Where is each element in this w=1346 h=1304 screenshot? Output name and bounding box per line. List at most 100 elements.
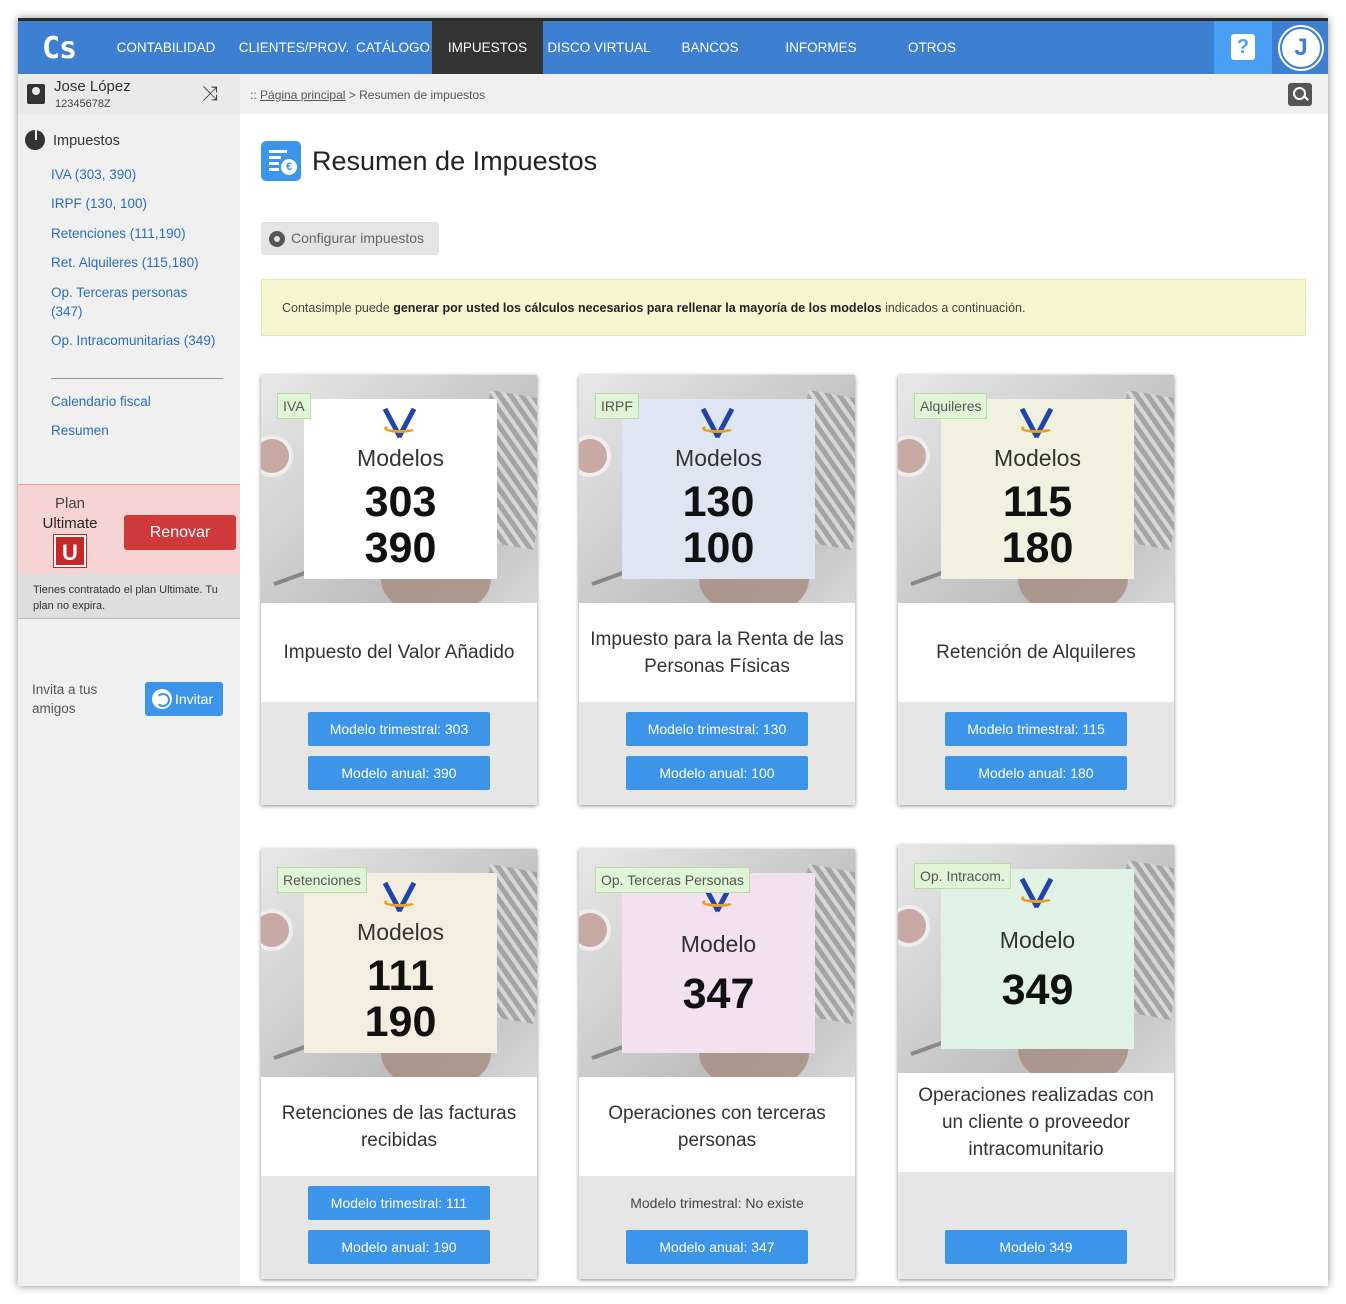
card-tag: Retenciones [277, 867, 367, 893]
nav-bancos[interactable]: BANCOS [655, 21, 765, 74]
sidebar-item-irpf[interactable]: IRPF (130, 100) [51, 194, 236, 213]
sidebar-divider [51, 378, 223, 379]
breadcrumb: :: Página principal > Resumen de impuest… [250, 88, 485, 102]
card-note-number: 130 [682, 478, 755, 526]
annual-390-button[interactable]: Modelo anual: 390 [308, 756, 490, 790]
annual-180-button[interactable]: Modelo anual: 180 [945, 756, 1127, 790]
card-footer: Modelo trimestral: 115 Modelo anual: 180 [898, 702, 1174, 805]
nav-contabilidad[interactable]: CONTABILIDAD [98, 21, 234, 74]
help-button[interactable]: ? [1214, 21, 1272, 74]
card-description: Retención de Alquileres [936, 642, 1136, 663]
card-footer: Modelo trimestral: 111 Modelo anual: 190 [261, 1176, 537, 1279]
card-image: Modelo 349 Op. Intracom. [898, 845, 1174, 1073]
plan-name: Ultimate [42, 515, 98, 532]
annual-347-button[interactable]: Modelo anual: 347 [626, 1230, 808, 1264]
info-text-post: indicados a continuación. [881, 301, 1026, 315]
quarterly-130-button[interactable]: Modelo trimestral: 130 [626, 712, 808, 746]
plan-badge-icon: U [54, 535, 86, 567]
card-note-number-2: 180 [1001, 524, 1074, 572]
tax-card-iva: Modelos 303 390 IVA Impuesto del Valor A… [261, 375, 537, 805]
user-id: 12345678Z [55, 98, 111, 110]
app-logo[interactable]: Cs [42, 31, 77, 66]
card-footer: Modelo 349 [898, 1172, 1174, 1279]
sidebar-item-ret-alquileres[interactable]: Ret. Alquileres (115,180) [51, 253, 236, 272]
card-image: Modelos 130 100 IRPF [579, 375, 855, 603]
card-image: Modelos 115 180 Alquileres [898, 375, 1174, 603]
card-note-number-2: 190 [364, 998, 437, 1046]
main-nav: CONTABILIDAD CLIENTES/PROV. CATÁLOGO IMP… [98, 21, 987, 74]
card-image: Modelos 111 190 Retenciones [261, 849, 537, 1077]
tax-card-alquileres: Modelos 115 180 Alquileres Retención de … [898, 375, 1174, 805]
invite-button-label: Invitar [175, 691, 214, 707]
plan-note: Tienes contratado el plan Ultimate. Tu p… [18, 574, 240, 619]
card-image: Modelo 347 Op. Terceras Personas [579, 849, 855, 1077]
sidebar-item-intracomunitarias[interactable]: Op. Intracomunitarias (349) [51, 331, 236, 350]
shuffle-icon[interactable]: ⤨ [202, 83, 218, 106]
card-image: Modelos 303 390 IVA [261, 375, 537, 603]
card-tag: IRPF [595, 393, 639, 419]
nav-otros[interactable]: OTROS [877, 21, 987, 74]
search-icon[interactable] [1288, 83, 1312, 106]
tax-card-irpf: Modelos 130 100 IRPF Impuesto para la Re… [579, 375, 855, 805]
sidebar-item-retenciones[interactable]: Retenciones (111,190) [51, 224, 236, 243]
quarterly-111-button[interactable]: Modelo trimestral: 111 [308, 1186, 490, 1220]
page-title: Resumen de Impuestos [312, 146, 598, 176]
sub-bar: Jose López 12345678Z ⤨ :: Página princip… [18, 74, 1328, 114]
card-note-number: 115 [1002, 478, 1073, 526]
invite-button[interactable]: Invitar [145, 682, 223, 716]
annual-100-button[interactable]: Modelo anual: 100 [626, 756, 808, 790]
nav-clientes-prov[interactable]: CLIENTES/PROV. [234, 21, 354, 74]
card-note-word: Modelos [357, 445, 444, 471]
quarterly-115-button[interactable]: Modelo trimestral: 115 [945, 712, 1127, 746]
annual-190-button[interactable]: Modelo anual: 190 [308, 1230, 490, 1264]
info-text-pre: Contasimple puede [282, 301, 394, 315]
configure-taxes-label: Configurar impuestos [291, 230, 425, 246]
configure-taxes-button[interactable]: Configurar impuestos [261, 222, 439, 255]
card-tag: Alquileres [914, 393, 988, 419]
card-note-word: Modelo [680, 931, 757, 957]
pie-chart-icon [25, 130, 45, 150]
tax-card-intracomunitarias: Modelo 349 Op. Intracom. Operaciones rea… [898, 845, 1174, 1279]
breadcrumb-current: Resumen de impuestos [359, 88, 486, 102]
tax-card-terceras-personas: Modelo 347 Op. Terceras Personas Operaci… [579, 849, 855, 1279]
card-note-number: 349 [1001, 966, 1074, 1014]
renew-button[interactable]: Renovar [124, 515, 236, 550]
nav-catalogo[interactable]: CATÁLOGO [354, 21, 432, 74]
user-box: Jose López 12345678Z ⤨ [18, 74, 240, 114]
modelo-349-button[interactable]: Modelo 349 [945, 1230, 1127, 1264]
sidebar-item-terceras-personas[interactable]: Op. Terceras personas (347) [51, 283, 216, 321]
sidebar-item-resumen[interactable]: Resumen [51, 421, 236, 440]
quarterly-303-button[interactable]: Modelo trimestral: 303 [308, 712, 490, 746]
nav-informes[interactable]: INFORMES [765, 21, 877, 74]
user-name: Jose López [54, 78, 131, 95]
nav-disco-virtual[interactable]: DISCO VIRTUAL [543, 21, 655, 74]
tax-agency-logo-icon [700, 407, 738, 439]
breadcrumb-prefix: :: [250, 88, 257, 102]
sidebar: Impuestos IVA (303, 390) IRPF (130, 100)… [18, 114, 240, 1286]
plan-label: Plan [54, 495, 86, 512]
card-tag: Op. Intracom. [914, 863, 1011, 889]
sidebar-item-calendario[interactable]: Calendario fiscal [51, 392, 236, 411]
card-footer: Modelo trimestral: 130 Modelo anual: 100 [579, 702, 855, 805]
card-note-number-2: 390 [364, 524, 437, 572]
card-tag: IVA [277, 393, 311, 419]
card-description: Impuesto del Valor Añadido [283, 642, 515, 663]
app-window: Cs CONTABILIDAD CLIENTES/PROV. CATÁLOGO … [18, 18, 1328, 1286]
info-text-bold: generar por usted los cálculos necesario… [393, 301, 882, 315]
tax-agency-logo-icon [1019, 407, 1057, 439]
plan-box: Plan Ultimate U Renovar [18, 484, 240, 574]
globe-icon [152, 689, 172, 709]
card-description: Operaciones con terceras personas [608, 1102, 826, 1151]
sidebar-item-iva[interactable]: IVA (303, 390) [51, 165, 236, 184]
card-footer: Modelo trimestral: 303 Modelo anual: 390 [261, 702, 537, 805]
nav-impuestos[interactable]: IMPUESTOS [432, 21, 543, 74]
card-note-word: Modelo [999, 927, 1076, 953]
user-avatar[interactable]: J [1280, 27, 1322, 69]
card-description: Operaciones realizadas con un cliente o … [918, 1085, 1154, 1160]
breadcrumb-home-link[interactable]: Página principal [260, 88, 345, 102]
help-icon: ? [1231, 34, 1255, 60]
sidebar-title: Impuestos [53, 133, 120, 149]
breadcrumb-separator: > [348, 88, 356, 102]
card-note: Modelos 115 180 [941, 399, 1134, 579]
quarterly-not-available-text: Modelo trimestral: No existe [630, 1195, 804, 1211]
